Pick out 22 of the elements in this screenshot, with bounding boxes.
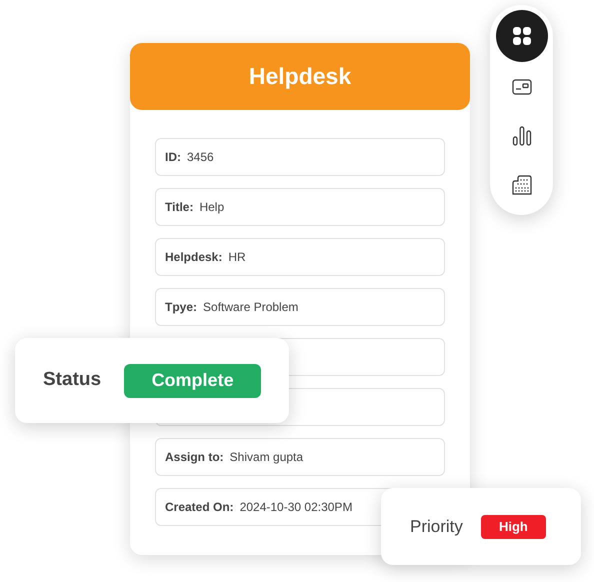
card-title: Helpdesk [248,62,352,92]
field-value: Shivam gupta [230,449,304,466]
field-label: Tpye: [165,299,198,316]
grid-icon [512,26,532,46]
priority-label: Priority [410,516,463,538]
field-label: Title: [165,199,194,216]
status-badge: Complete [124,364,262,398]
field-label: ID: [165,149,181,166]
field-value: 3456 [187,149,214,166]
field-label: Created On: [165,499,234,516]
field-value: 2024-10-30 02:30PM [240,499,352,516]
field-label: Assign to: [165,449,224,466]
building-icon [512,175,532,195]
card-icon [512,79,532,95]
status-label: Status [43,368,102,392]
field-label: Helpdesk: [165,249,222,266]
bar-chart-icon [512,126,532,146]
priority-badge: High [480,514,546,538]
field-value: Software Problem [203,299,298,316]
field-value: HR [228,249,246,266]
field-value: Help [199,199,224,216]
dock-button[interactable] [496,10,548,62]
